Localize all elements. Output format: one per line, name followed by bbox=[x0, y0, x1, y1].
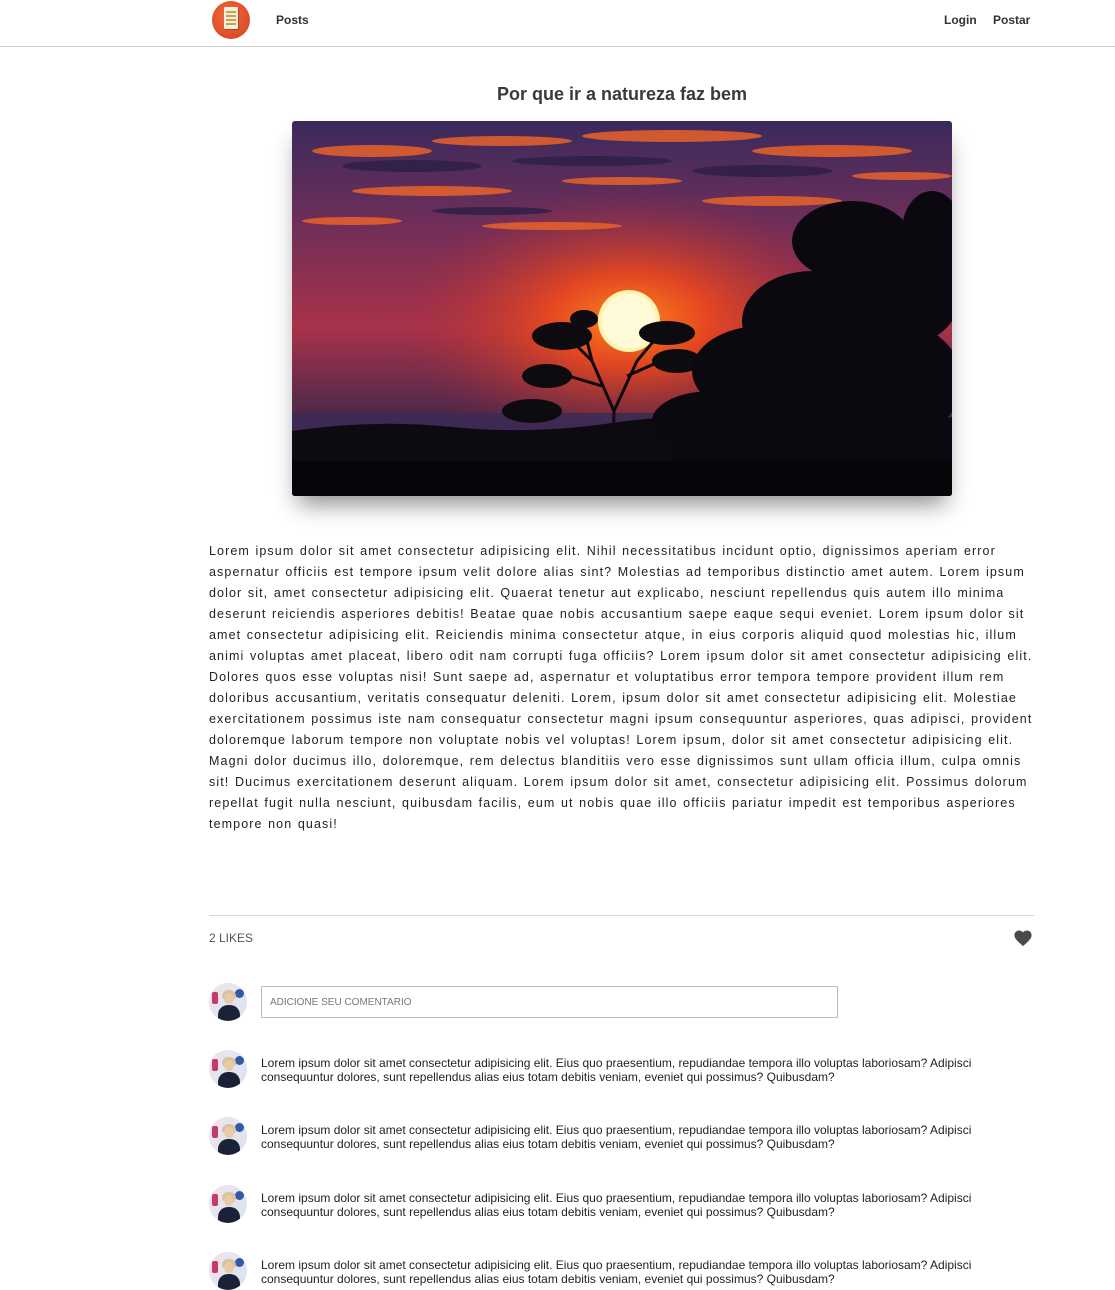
comment-avatar bbox=[209, 1252, 247, 1290]
comment-text: Lorem ipsum dolor sit amet consectetur a… bbox=[261, 1258, 972, 1286]
nav-link-posts[interactable]: Posts bbox=[276, 13, 309, 27]
heart-icon[interactable] bbox=[1013, 929, 1033, 947]
top-navbar: Posts Login Postar bbox=[0, 0, 1115, 47]
comment-text: Lorem ipsum dolor sit amet consectetur a… bbox=[261, 1191, 972, 1219]
likes-count: 2 LIKES bbox=[209, 931, 254, 945]
divider bbox=[209, 915, 1034, 916]
nav-link-postar[interactable]: Postar bbox=[993, 13, 1030, 27]
newspaper-logo-icon[interactable] bbox=[212, 1, 250, 39]
post-image bbox=[292, 121, 952, 496]
post-body-text: Lorem ipsum dolor sit amet consectetur a… bbox=[209, 544, 1033, 831]
post-title: Por que ir a natureza faz bem bbox=[496, 84, 748, 104]
user-avatar bbox=[209, 983, 247, 1021]
comment-input[interactable] bbox=[261, 986, 838, 1018]
nav-link-login[interactable]: Login bbox=[944, 13, 977, 27]
paper-icon bbox=[224, 7, 238, 29]
comment-avatar bbox=[209, 1185, 247, 1223]
comment-avatar bbox=[209, 1050, 247, 1088]
comment-text: Lorem ipsum dolor sit amet consectetur a… bbox=[261, 1056, 972, 1084]
comment-text: Lorem ipsum dolor sit amet consectetur a… bbox=[261, 1123, 972, 1151]
comment-avatar bbox=[209, 1117, 247, 1155]
sunset-landscape-photo bbox=[292, 121, 952, 496]
